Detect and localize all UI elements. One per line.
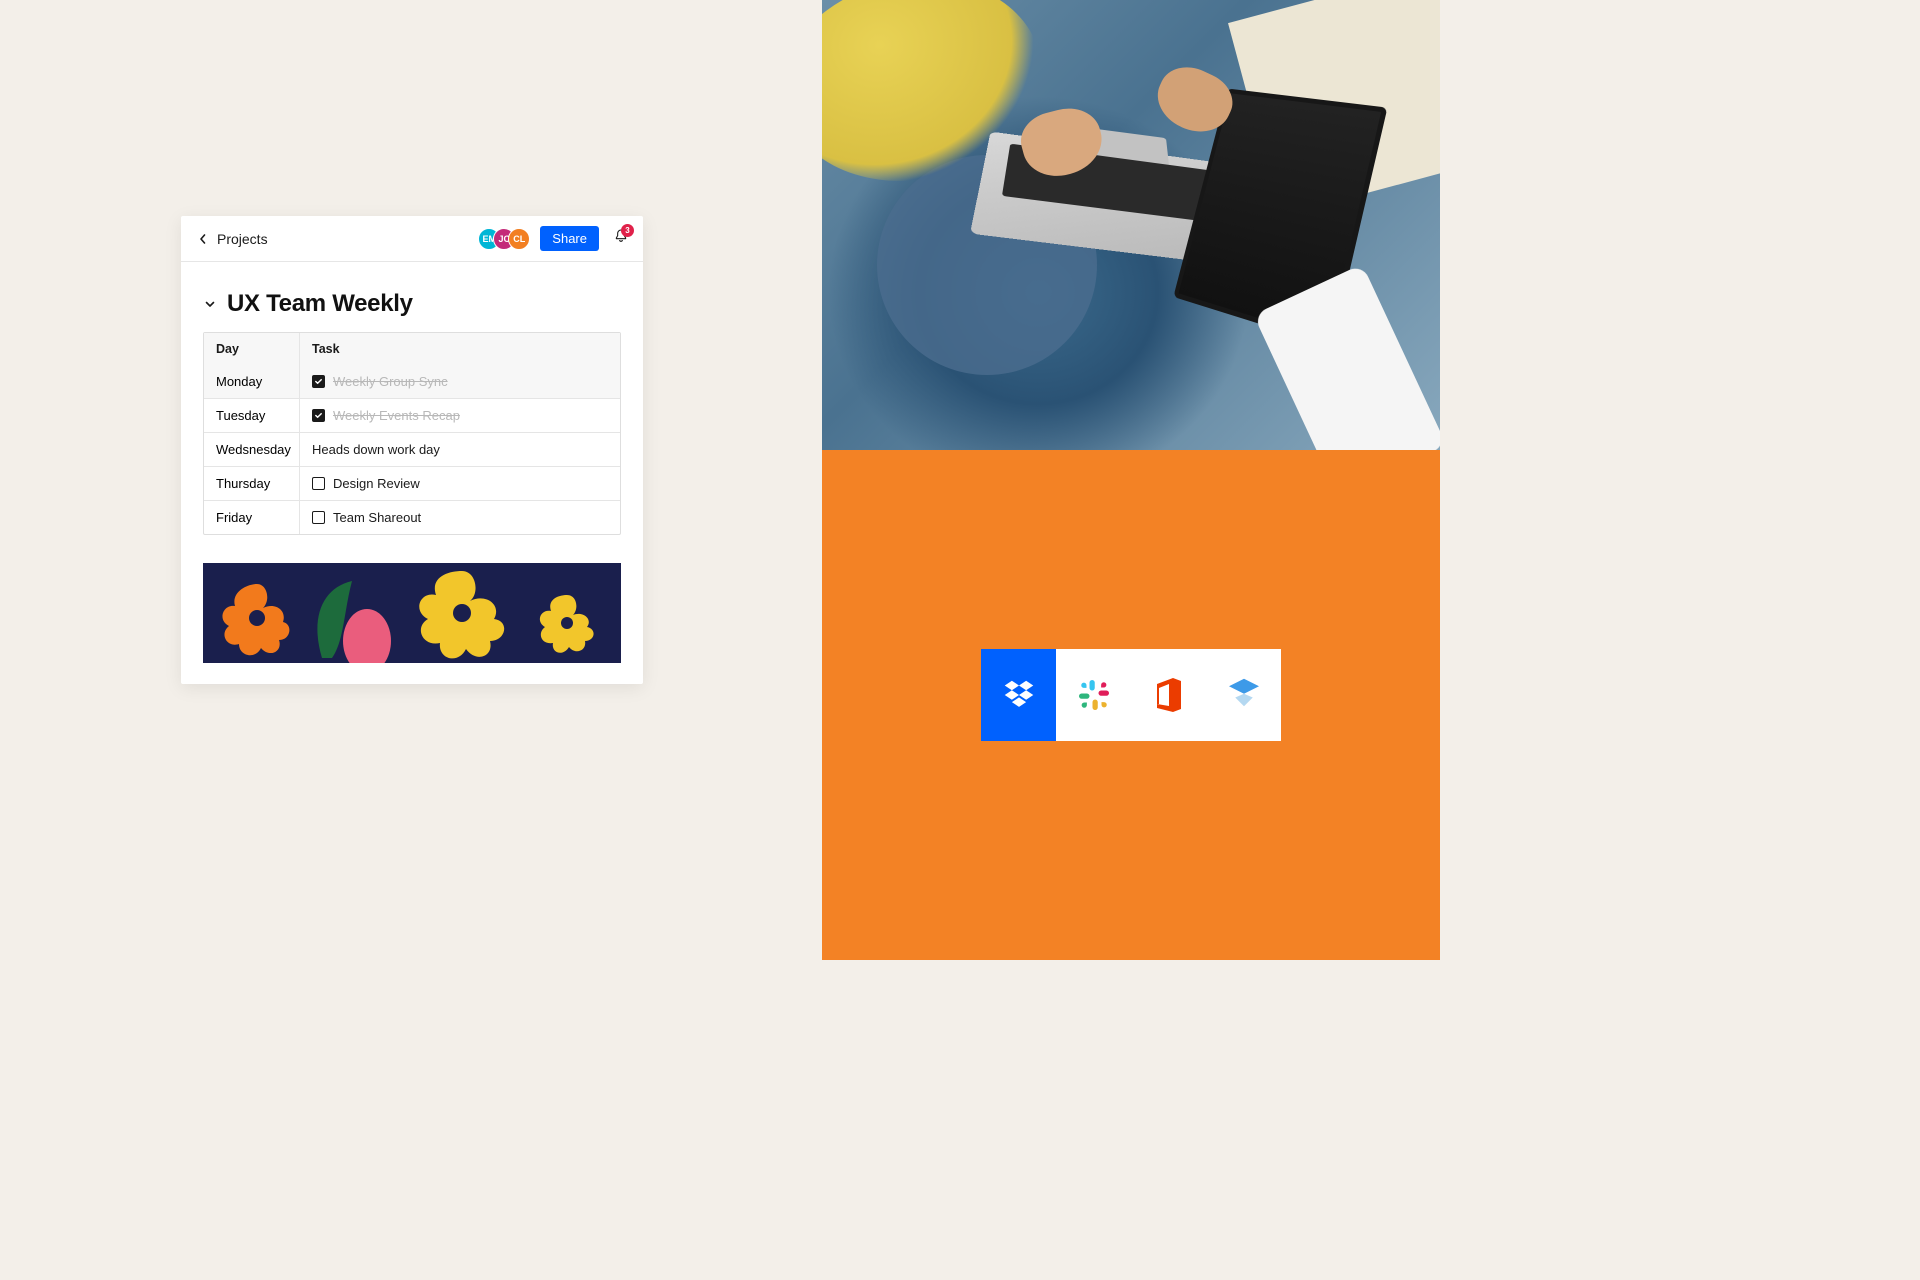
left-pane: Projects EMJCCL Share 3 UX Team Weekly D… xyxy=(0,0,822,960)
avatar[interactable]: CL xyxy=(508,228,530,250)
avatar-stack[interactable]: EMJCCL xyxy=(478,228,530,250)
table-row: Thursday Design Review xyxy=(204,466,620,500)
slack-icon xyxy=(1056,649,1131,741)
page-title: UX Team Weekly xyxy=(227,290,413,318)
cell-day: Friday xyxy=(204,501,300,534)
schedule-table: Day Task MondayWeekly Group SyncTuesdayW… xyxy=(203,332,621,535)
task-checkbox[interactable] xyxy=(312,375,325,388)
column-header-task: Task xyxy=(300,333,620,365)
lifestyle-photo xyxy=(822,0,1440,450)
task-label: Heads down work day xyxy=(312,442,440,457)
cell-task: Team Shareout xyxy=(300,501,620,534)
task-checkbox[interactable] xyxy=(312,477,325,490)
decorative-illustration xyxy=(203,563,621,663)
integrations-panel xyxy=(822,450,1440,960)
right-pane xyxy=(822,0,1440,960)
task-label: Team Shareout xyxy=(333,510,421,525)
share-button[interactable]: Share xyxy=(540,226,599,251)
document-card: Projects EMJCCL Share 3 UX Team Weekly D… xyxy=(181,216,643,684)
cell-day: Thursday xyxy=(204,467,300,500)
title-row: UX Team Weekly xyxy=(181,262,643,332)
table-row: Monday Weekly Group Sync xyxy=(204,365,620,398)
table-row: Friday Team Shareout xyxy=(204,500,620,534)
task-label: Weekly Events Recap xyxy=(333,408,460,423)
cell-task: Design Review xyxy=(300,467,620,500)
table-header-row: Day Task xyxy=(204,333,620,365)
cell-task: Weekly Group Sync xyxy=(300,365,620,398)
table-row: Tuesday Weekly Events Recap xyxy=(204,398,620,432)
column-header-day: Day xyxy=(204,333,300,365)
cell-day: Wedsnesday xyxy=(204,433,300,466)
cell-task: Weekly Events Recap xyxy=(300,399,620,432)
task-checkbox[interactable] xyxy=(312,409,325,422)
notifications-button[interactable]: 3 xyxy=(613,228,629,249)
task-label: Design Review xyxy=(333,476,420,491)
task-checkbox[interactable] xyxy=(312,511,325,524)
paper-icon xyxy=(1206,649,1281,741)
task-label: Weekly Group Sync xyxy=(333,374,448,389)
cell-day: Tuesday xyxy=(204,399,300,432)
integrations-tile xyxy=(981,649,1281,741)
card-header: Projects EMJCCL Share 3 xyxy=(181,216,643,262)
back-chevron-icon[interactable] xyxy=(195,231,211,247)
cell-task: Heads down work day xyxy=(300,433,620,466)
cell-day: Monday xyxy=(204,365,300,398)
office-icon xyxy=(1131,649,1206,741)
breadcrumb[interactable]: Projects xyxy=(217,231,268,247)
table-row: Wedsnesday Heads down work day xyxy=(204,432,620,466)
dropbox-icon xyxy=(981,649,1056,741)
notification-badge: 3 xyxy=(621,224,634,237)
chevron-down-icon[interactable] xyxy=(203,297,217,311)
